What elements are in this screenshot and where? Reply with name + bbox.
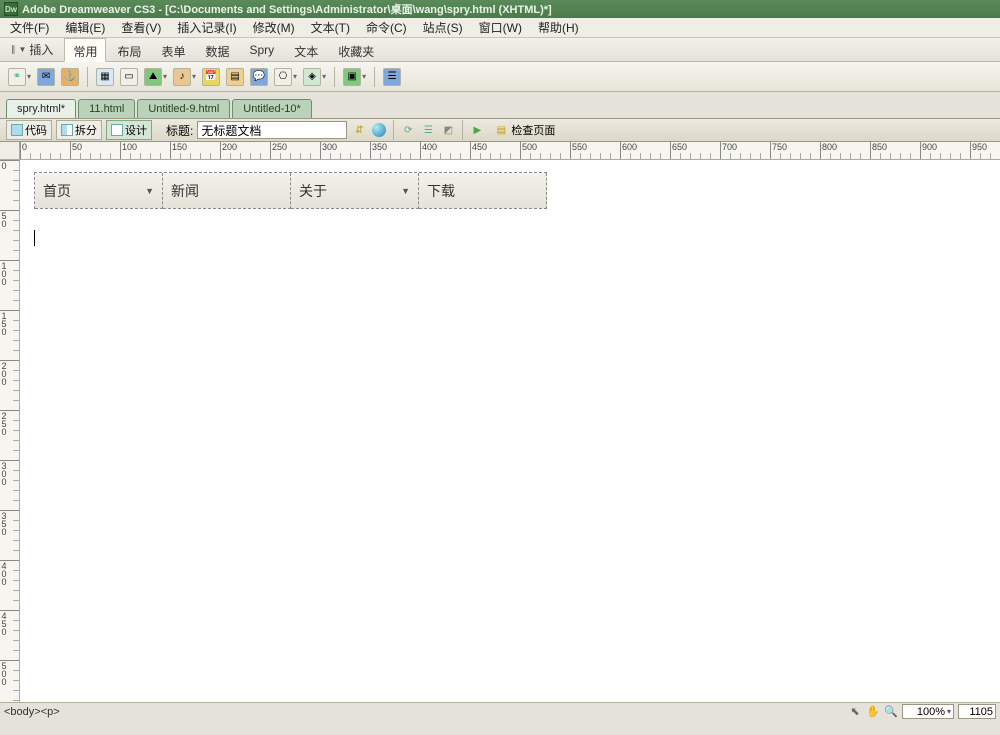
window-size[interactable]: 1105 xyxy=(958,704,996,719)
design-view-icon xyxy=(111,124,123,136)
doc-tab-untitled9[interactable]: Untitled-9.html xyxy=(137,99,230,118)
status-bar: <body><p> ⬉ ✋ 🔍 100%▾ 1105 xyxy=(0,702,1000,720)
title-label: 标题: xyxy=(166,122,193,139)
page-title-input[interactable] xyxy=(197,121,347,139)
document-toolbar: 代码 拆分 设计 标题: ⇵ ⟳ ☰ ◩ ▶ ▤ 检查页面 xyxy=(0,118,1000,142)
app-icon: Dw xyxy=(4,2,18,16)
menu-insert[interactable]: 插入记录(I) xyxy=(171,17,242,38)
view-split-button[interactable]: 拆分 xyxy=(56,120,102,140)
media-icon[interactable]: ♪ xyxy=(173,68,191,86)
window-title: Adobe Dreamweaver CS3 - [C:\Documents an… xyxy=(22,1,552,17)
check-page-icon: ▤ xyxy=(493,122,509,138)
view-options-icon[interactable]: ☰ xyxy=(420,122,436,138)
menubar: 文件(F) 编辑(E) 查看(V) 插入记录(I) 修改(M) 文本(T) 命令… xyxy=(0,18,1000,38)
document-tabs: spry.html* 11.html Untitled-9.html Untit… xyxy=(0,98,1000,118)
document-tab-area: spry.html* 11.html Untitled-9.html Untit… xyxy=(0,98,1000,720)
separator xyxy=(87,67,88,87)
zoom-tool-icon[interactable]: 🔍 xyxy=(884,705,898,719)
separator xyxy=(393,120,394,140)
insert-toolbar: ⚭ ✉ ⚓ ▦ ▭ ⛰ ♪ 📅 ▤ 💬 ⎔ ◈ ▣ ☰ xyxy=(0,62,1000,92)
date-icon[interactable]: 📅 xyxy=(202,68,220,86)
tab-spry[interactable]: Spry xyxy=(241,38,284,62)
named-anchor-icon[interactable]: ⚓ xyxy=(61,68,79,86)
spry-item-news[interactable]: 新闻 xyxy=(163,173,291,209)
tab-layout[interactable]: 布局 xyxy=(108,38,150,62)
hand-tool-icon[interactable]: ✋ xyxy=(866,705,880,719)
spry-item-home[interactable]: 首页▼ xyxy=(35,173,163,209)
tab-data[interactable]: 数据 xyxy=(196,38,238,62)
comment-icon[interactable]: 💬 xyxy=(250,68,268,86)
refresh-icon[interactable]: ⟳ xyxy=(400,122,416,138)
menu-file[interactable]: 文件(F) xyxy=(4,17,55,38)
insert-bar: ∥ ▼ 插入 常用 布局 表单 数据 Spry 文本 收藏夹 xyxy=(0,38,1000,62)
menu-view[interactable]: 查看(V) xyxy=(115,17,167,38)
design-canvas[interactable]: 首页▼ 新闻 关于▼ 下载 xyxy=(20,160,1000,702)
doc-tab-11[interactable]: 11.html xyxy=(78,99,135,118)
doc-tab-untitled10[interactable]: Untitled-10* xyxy=(232,99,311,118)
dropdown-arrow-icon: ▼ xyxy=(145,186,154,196)
separator xyxy=(374,67,375,87)
separator xyxy=(334,67,335,87)
div-icon[interactable]: ▭ xyxy=(120,68,138,86)
check-page-button[interactable]: ▤ 检查页面 xyxy=(489,121,559,139)
horizontal-ruler: 0501001502002503003504004505005506006507… xyxy=(20,142,1000,160)
menu-commands[interactable]: 命令(C) xyxy=(360,17,413,38)
insert-label[interactable]: ∥ ▼ 插入 xyxy=(4,38,60,61)
text-cursor xyxy=(34,230,35,246)
globe-icon xyxy=(372,123,386,137)
server-include-icon[interactable]: ▤ xyxy=(226,68,244,86)
ruler-corner xyxy=(0,142,20,160)
menu-text[interactable]: 文本(T) xyxy=(305,17,356,38)
visual-aids-icon[interactable]: ◩ xyxy=(440,122,456,138)
image-icon[interactable]: ⛰ xyxy=(144,68,162,86)
dropdown-arrow-icon: ▼ xyxy=(401,186,410,196)
script-icon[interactable]: ◈ xyxy=(303,68,321,86)
separator xyxy=(462,120,463,140)
spry-menu-bar[interactable]: 首页▼ 新闻 关于▼ 下载 xyxy=(34,172,547,209)
editor-area: 0501001502002503003504004505005506006507… xyxy=(0,142,1000,702)
tag-selector[interactable]: <body><p> xyxy=(4,706,60,718)
tab-text[interactable]: 文本 xyxy=(285,38,327,62)
vertical-ruler: 050100150200250300350400450500 xyxy=(0,160,20,702)
templates-icon[interactable]: ▣ xyxy=(343,68,361,86)
zoom-level[interactable]: 100%▾ xyxy=(902,704,954,719)
status-right: ⬉ ✋ 🔍 100%▾ 1105 xyxy=(848,704,996,719)
spry-item-download[interactable]: 下载 xyxy=(419,173,547,209)
code-view-icon xyxy=(11,124,23,136)
menu-edit[interactable]: 编辑(E) xyxy=(59,17,111,38)
hyperlink-icon[interactable]: ⚭ xyxy=(8,68,26,86)
pointer-tool-icon[interactable]: ⬉ xyxy=(848,705,862,719)
tab-common[interactable]: 常用 xyxy=(64,38,106,62)
menu-site[interactable]: 站点(S) xyxy=(417,17,469,38)
view-design-button[interactable]: 设计 xyxy=(106,120,152,140)
insert-category-tabs: 常用 布局 表单 数据 Spry 文本 收藏夹 xyxy=(64,38,385,62)
menu-help[interactable]: 帮助(H) xyxy=(532,17,585,38)
validate-icon[interactable]: ▶ xyxy=(469,122,485,138)
tab-forms[interactable]: 表单 xyxy=(152,38,194,62)
table-icon[interactable]: ▦ xyxy=(96,68,114,86)
split-view-icon xyxy=(61,124,73,136)
file-management-icon[interactable]: ⇵ xyxy=(351,122,367,138)
spry-item-about[interactable]: 关于▼ xyxy=(291,173,419,209)
tab-favorites[interactable]: 收藏夹 xyxy=(329,38,383,62)
email-link-icon[interactable]: ✉ xyxy=(37,68,55,86)
preview-browser-icon[interactable] xyxy=(371,122,387,138)
menu-window[interactable]: 窗口(W) xyxy=(473,17,528,38)
titlebar: Dw Adobe Dreamweaver CS3 - [C:\Documents… xyxy=(0,0,1000,18)
menu-modify[interactable]: 修改(M) xyxy=(247,17,301,38)
doc-tab-spry[interactable]: spry.html* xyxy=(6,99,76,118)
head-icon[interactable]: ⎔ xyxy=(274,68,292,86)
view-code-button[interactable]: 代码 xyxy=(6,120,52,140)
tag-chooser-icon[interactable]: ☰ xyxy=(383,68,401,86)
